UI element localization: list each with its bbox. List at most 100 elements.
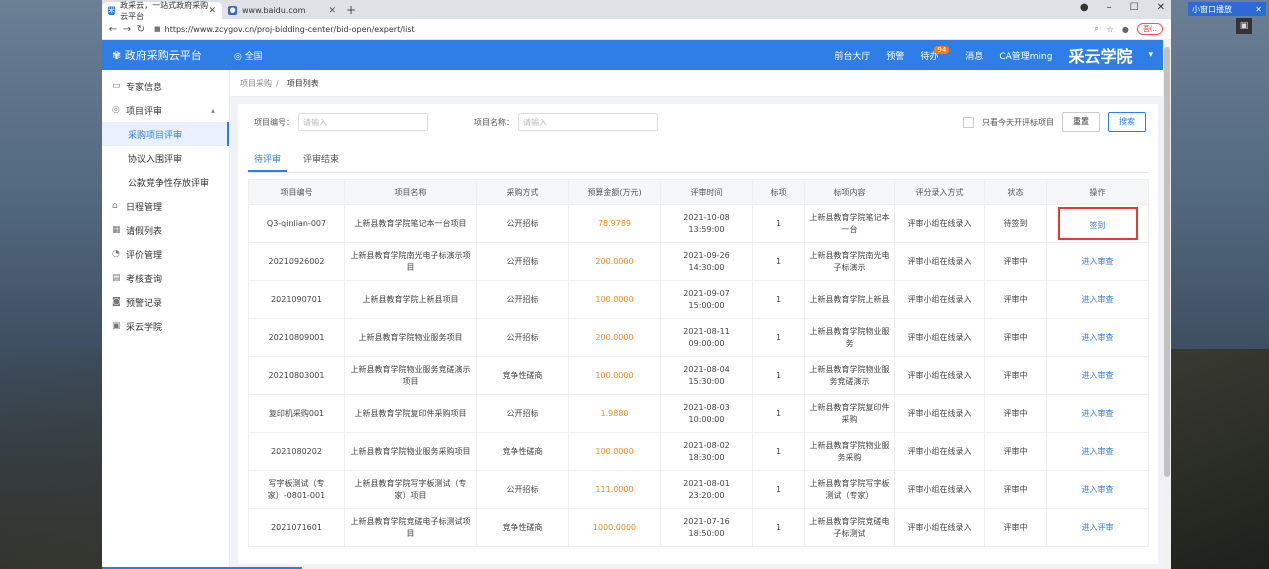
minimize-icon[interactable]: – [1107, 2, 1112, 13]
maximize-icon[interactable]: ☐ [1130, 2, 1139, 13]
table-cell: 上新县教育学院写字板测试（专家） [804, 470, 895, 509]
table-cell: 1 [752, 432, 805, 471]
close-icon[interactable]: ✕ [1255, 5, 1262, 14]
table-cell: 20210926002 [248, 242, 345, 281]
table-cell: 评审小组在线录入 [894, 508, 985, 547]
column-header: 项目编号 [248, 179, 345, 205]
table-cell: 上新县教育学院南光电子标演示项目 [344, 242, 477, 281]
reload-icon[interactable]: ↻ [134, 24, 148, 35]
region-selector[interactable]: ◎ 全国 [234, 49, 263, 62]
back-icon[interactable]: ← [106, 24, 120, 35]
browser-tab-zcy[interactable]: 采 政采云，一站式政府采购云平台 ✕ [102, 1, 222, 21]
sidebar-item-expert-info[interactable]: ▭ 专家信息 [102, 74, 229, 98]
sidebar-item-project-review[interactable]: ◎ 项目评审 ▴ [102, 98, 229, 122]
enter-review-link[interactable]: 进入审查 [1082, 447, 1114, 456]
nav-todo[interactable]: 待办94 [920, 45, 950, 62]
table-cell: 78.9789 [568, 204, 661, 243]
column-header: 预算金额(万元) [568, 179, 661, 205]
column-header: 标项 [752, 179, 805, 205]
table-cell: 写字板测试（专家）-0801-001 [248, 470, 345, 509]
nav-message[interactable]: 消息 [965, 49, 983, 62]
project-name-input[interactable]: 请输入 [518, 113, 658, 131]
sidebar-item-evaluation[interactable]: ◔ 评价管理 [102, 242, 229, 266]
nav-front-hall[interactable]: 前台大厅 [834, 49, 870, 62]
enter-review-link[interactable]: 进入审查 [1082, 371, 1114, 380]
user-menu[interactable]: CA管理ming [999, 49, 1052, 62]
browser-tab-baidu[interactable]: ● www.baidu.com ✕ [222, 2, 342, 19]
review-tabs: 待评审 评审结束 [248, 148, 1148, 173]
table-cell: 1 [752, 242, 805, 281]
sidebar-item-deposit-review[interactable]: 公款竞争性存放评审 [102, 170, 229, 194]
sidebar-item-schedule[interactable]: ⌂ 日程管理 [102, 194, 229, 218]
url-field[interactable]: ■ https://www.zcygov.cn/proj-bidding-cen… [154, 25, 415, 34]
project-table: 项目编号 项目名称 采购方式 预算金额(万元) 评审时间 标项 标项内容 评分录… [248, 179, 1149, 547]
today-only-checkbox[interactable] [963, 116, 974, 128]
column-header: 状态 [984, 179, 1047, 205]
enter-review-link[interactable]: 进入评审 [1082, 523, 1114, 532]
reset-button[interactable]: 重置 [1062, 112, 1100, 132]
close-window-icon[interactable]: ✕ [1157, 2, 1165, 13]
enter-review-link[interactable]: 进入审查 [1082, 295, 1114, 304]
mini-window-button[interactable]: 小窗口播放 ✕ [1188, 2, 1266, 16]
breadcrumb: 项目采购 / 项目列表 [230, 70, 1171, 97]
table-cell: 进入审查 [1046, 242, 1149, 281]
baidu-favicon-icon: ● [228, 6, 237, 15]
table-cell: 公开招标 [476, 280, 569, 319]
table-cell: 进入审查 [1046, 280, 1149, 319]
zoom-icon[interactable]: ⌕ [1094, 24, 1098, 34]
table-cell: 竞争性磋商 [476, 432, 569, 471]
sign-in-link[interactable]: 签到 [1057, 207, 1138, 240]
sidebar-item-warning-record[interactable]: ◙ 预警记录 [102, 290, 229, 314]
project-code-label: 项目编号： [254, 117, 294, 127]
enter-review-link[interactable]: 进入审查 [1082, 257, 1114, 266]
project-list-card: 项目编号： 请输入 项目名称： 请输入 只看今天开评标项目 重置 搜索 待评审 … [238, 104, 1158, 564]
sidebar-item-leave[interactable]: ▦ 请假列表 [102, 218, 229, 242]
table-cell: 进入审查 [1046, 432, 1149, 471]
close-tab-icon[interactable]: ✕ [208, 6, 216, 16]
star-icon[interactable]: ☆ [1107, 25, 1114, 34]
chevron-down-icon[interactable]: ▾ [1148, 50, 1153, 60]
table-cell: 上新县教育学院笔记本一台 [804, 204, 895, 243]
enter-review-link[interactable]: 进入审查 [1082, 409, 1114, 418]
table-cell: 2021-08-01 23:20:00 [660, 470, 753, 509]
sidebar-item-assessment[interactable]: ▤ 考核查询 [102, 266, 229, 290]
profile-icon[interactable]: ● [1122, 25, 1129, 34]
tab-bar: 采 政采云，一站式政府采购云平台 ✕ ● www.baidu.com ✕ + ●… [102, 0, 1171, 21]
update-badge[interactable]: 吾(.. [1136, 23, 1163, 35]
table-cell: 评审中 [984, 318, 1047, 357]
table-cell: 上新县教育学院南光电子标演示 [804, 242, 895, 281]
picture-in-picture-icon[interactable]: ▣ [1236, 18, 1252, 34]
table-cell: 上新县教育学院物业服务项目 [344, 318, 477, 357]
chevron-up-icon: ▴ [210, 105, 215, 115]
app-logo[interactable]: ✾ 政府采购云平台 [102, 47, 220, 63]
enter-review-link[interactable]: 进入审查 [1082, 485, 1114, 494]
scrollbar-thumb[interactable] [1164, 47, 1170, 477]
sidebar-item-procurement-review[interactable]: 采购项目评审 [102, 122, 229, 146]
table-cell: 评审中 [984, 432, 1047, 471]
region-text: 全国 [244, 51, 263, 62]
new-tab-button[interactable]: + [346, 2, 356, 19]
forward-icon[interactable]: → [120, 24, 134, 35]
nav-warning[interactable]: 预警 [886, 49, 904, 62]
sidebar-item-agreement-review[interactable]: 协议入围评审 [102, 146, 229, 170]
table-cell: 上新县教育学院竞磋电子标测试 [804, 508, 895, 547]
project-code-input[interactable]: 请输入 [298, 113, 428, 131]
close-tab-icon[interactable]: ✕ [328, 6, 336, 16]
table-row: 2021090701 上新县教育学院上新县项目 公开招标 100.0000 2021-0… [248, 280, 1149, 319]
search-button[interactable]: 搜索 [1108, 112, 1146, 132]
table-cell: 评审小组在线录入 [894, 470, 985, 509]
table-cell: 200.0000 [568, 242, 661, 281]
header-nav: 前台大厅 预警 待办94 消息 CA管理ming 采云学院 ▾ [834, 40, 1153, 70]
breadcrumb-root[interactable]: 项目采购 [240, 78, 272, 89]
tab-pending[interactable]: 待评审 [248, 148, 288, 172]
page-scrollbar[interactable] [1163, 39, 1171, 569]
sidebar-item-academy[interactable]: ▣ 采云学院 [102, 314, 229, 338]
table-row: Q3-qinlian-007 上新县教育学院笔记本一台项目 公开招标 78.9789 2… [248, 204, 1149, 243]
enter-review-link[interactable]: 进入审查 [1082, 333, 1114, 342]
table-cell: 上新县教育学院写字板测试（专家）项目 [344, 470, 477, 509]
column-header: 采购方式 [476, 179, 569, 205]
tab-finished[interactable]: 评审结束 [297, 148, 345, 172]
table-cell: 待签到 [984, 204, 1047, 243]
column-header: 项目名称 [344, 179, 477, 205]
account-icon[interactable]: ● [1080, 2, 1089, 13]
